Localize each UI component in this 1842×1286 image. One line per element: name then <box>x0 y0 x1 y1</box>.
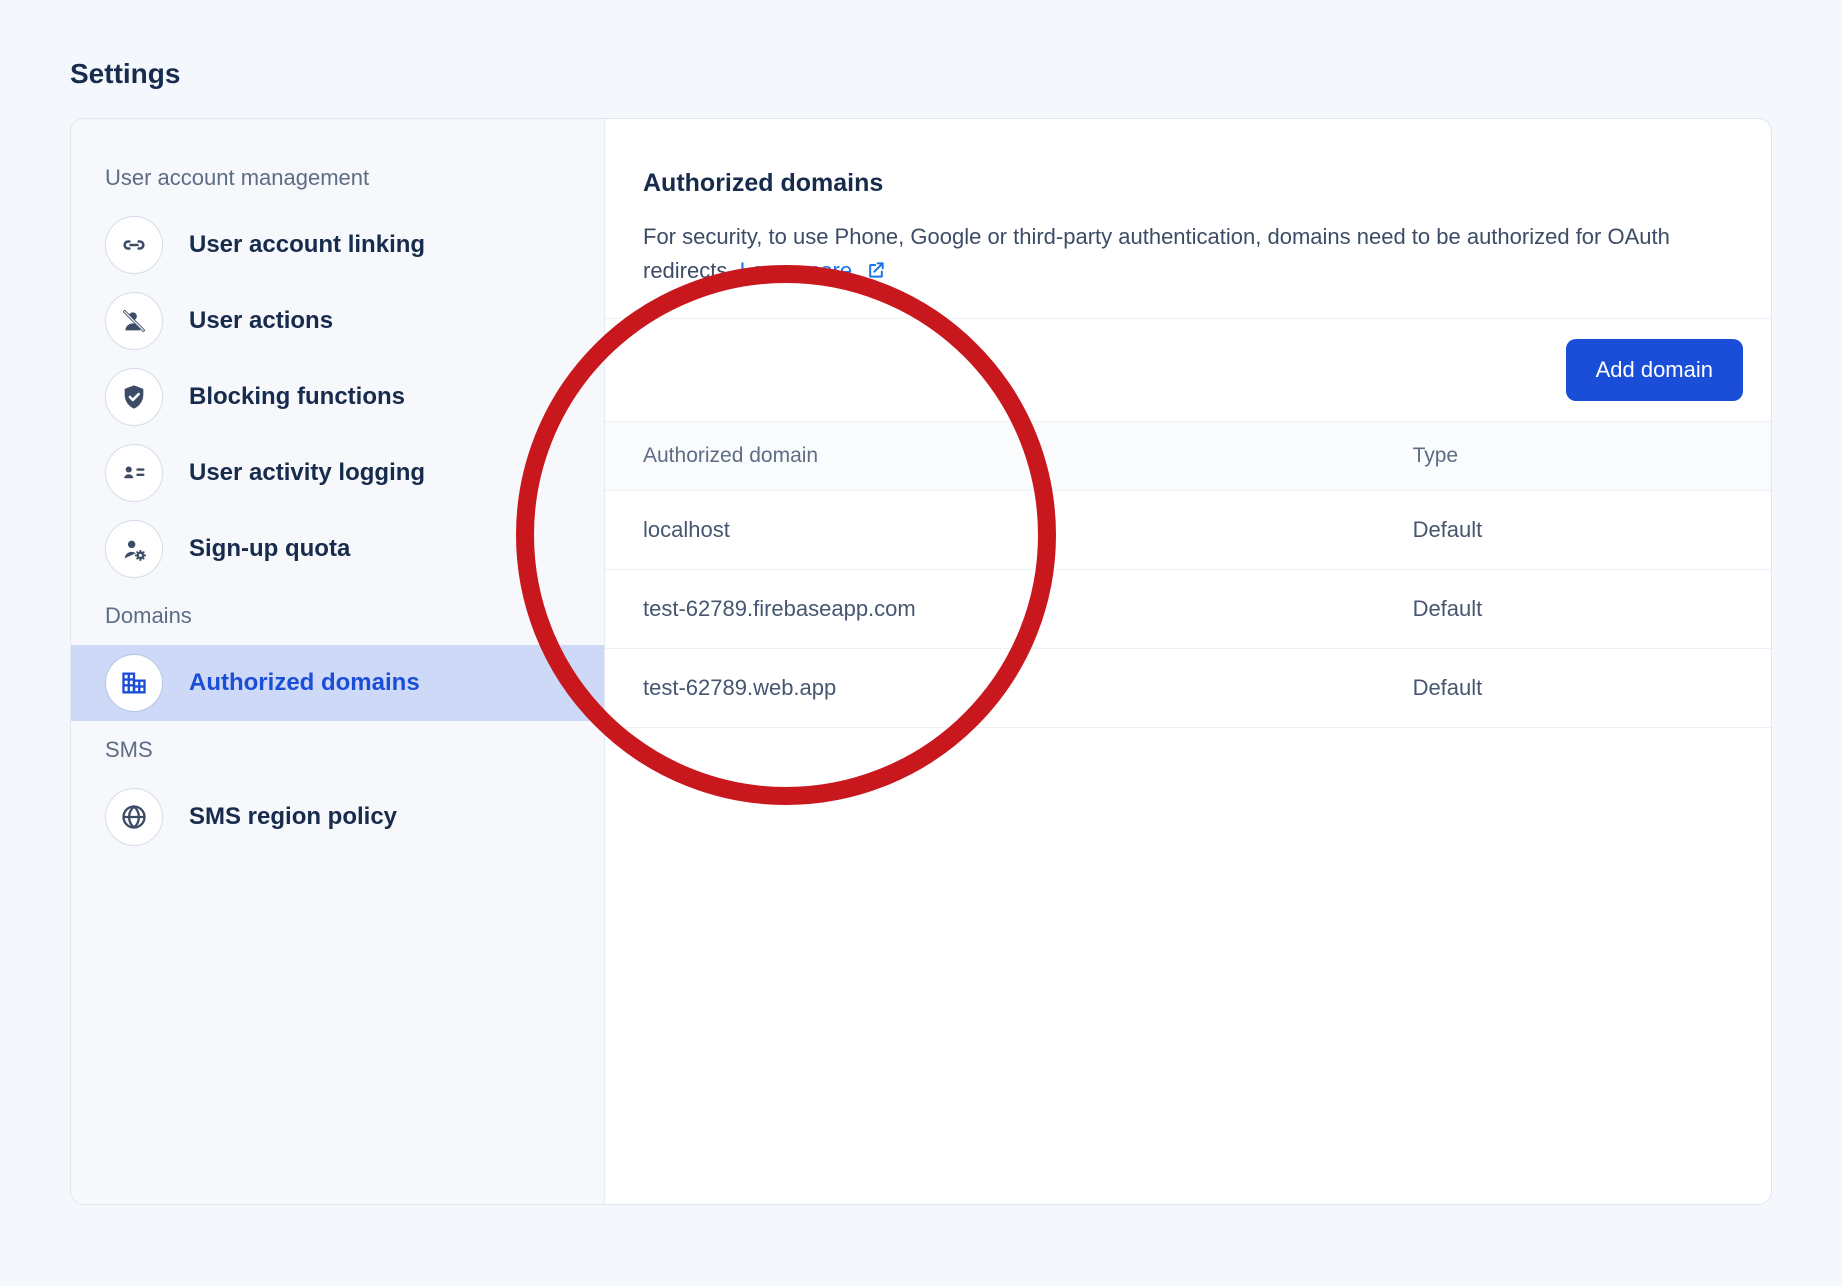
domain-cell: test-62789.web.app <box>605 649 1375 728</box>
sidebar-item-user-activity-logging[interactable]: User activity logging <box>71 435 604 511</box>
sidebar-section-user-account: User account management <box>71 149 604 207</box>
sidebar-item-label: User account linking <box>189 231 425 259</box>
type-cell: Default <box>1375 491 1771 570</box>
external-link-icon <box>866 256 886 290</box>
learn-more-link[interactable]: Learn more <box>740 258 887 283</box>
type-cell: Default <box>1375 649 1771 728</box>
domain-cell: test-62789.firebaseapp.com <box>605 570 1375 649</box>
table-header-row: Authorized domain Type <box>605 422 1771 491</box>
sidebar-item-label: Sign-up quota <box>189 535 350 563</box>
content-title: Authorized domains <box>643 169 1733 198</box>
settings-card: User account management User account lin… <box>70 118 1772 1205</box>
domain-cell: localhost <box>605 491 1375 570</box>
sidebar-item-authorized-domains[interactable]: Authorized domains <box>71 645 604 721</box>
learn-more-label: Learn more <box>740 258 853 283</box>
column-header-domain: Authorized domain <box>605 422 1375 491</box>
sidebar-section-domains: Domains <box>71 587 604 645</box>
shield-check-icon <box>105 368 163 426</box>
page-title: Settings <box>70 58 1772 90</box>
sidebar-item-label: SMS region policy <box>189 803 397 831</box>
type-cell: Default <box>1375 570 1771 649</box>
domains-table: Authorized domain Type localhost Default… <box>605 421 1771 728</box>
toolbar: Add domain <box>605 319 1771 421</box>
link-icon <box>105 216 163 274</box>
table-row[interactable]: test-62789.web.app Default <box>605 649 1771 728</box>
sidebar-item-user-account-linking[interactable]: User account linking <box>71 207 604 283</box>
sidebar-item-label: User activity logging <box>189 459 425 487</box>
sidebar-item-label: Authorized domains <box>189 669 420 697</box>
table-row[interactable]: localhost Default <box>605 491 1771 570</box>
sidebar-item-user-actions[interactable]: User actions <box>71 283 604 359</box>
sidebar-item-label: Blocking functions <box>189 383 405 411</box>
content-panel: Authorized domains For security, to use … <box>605 119 1771 1204</box>
domain-icon <box>105 654 163 712</box>
table-row[interactable]: test-62789.firebaseapp.com Default <box>605 570 1771 649</box>
add-domain-button[interactable]: Add domain <box>1566 339 1743 401</box>
globe-icon <box>105 788 163 846</box>
sidebar-section-sms: SMS <box>71 721 604 779</box>
user-x-icon <box>105 292 163 350</box>
sidebar: User account management User account lin… <box>71 119 605 1204</box>
column-header-type: Type <box>1375 422 1771 491</box>
user-gear-icon <box>105 520 163 578</box>
content-description: For security, to use Phone, Google or th… <box>643 220 1733 290</box>
id-list-icon <box>105 444 163 502</box>
sidebar-item-blocking-functions[interactable]: Blocking functions <box>71 359 604 435</box>
sidebar-item-label: User actions <box>189 307 333 335</box>
sidebar-item-sign-up-quota[interactable]: Sign-up quota <box>71 511 604 587</box>
sidebar-item-sms-region-policy[interactable]: SMS region policy <box>71 779 604 855</box>
